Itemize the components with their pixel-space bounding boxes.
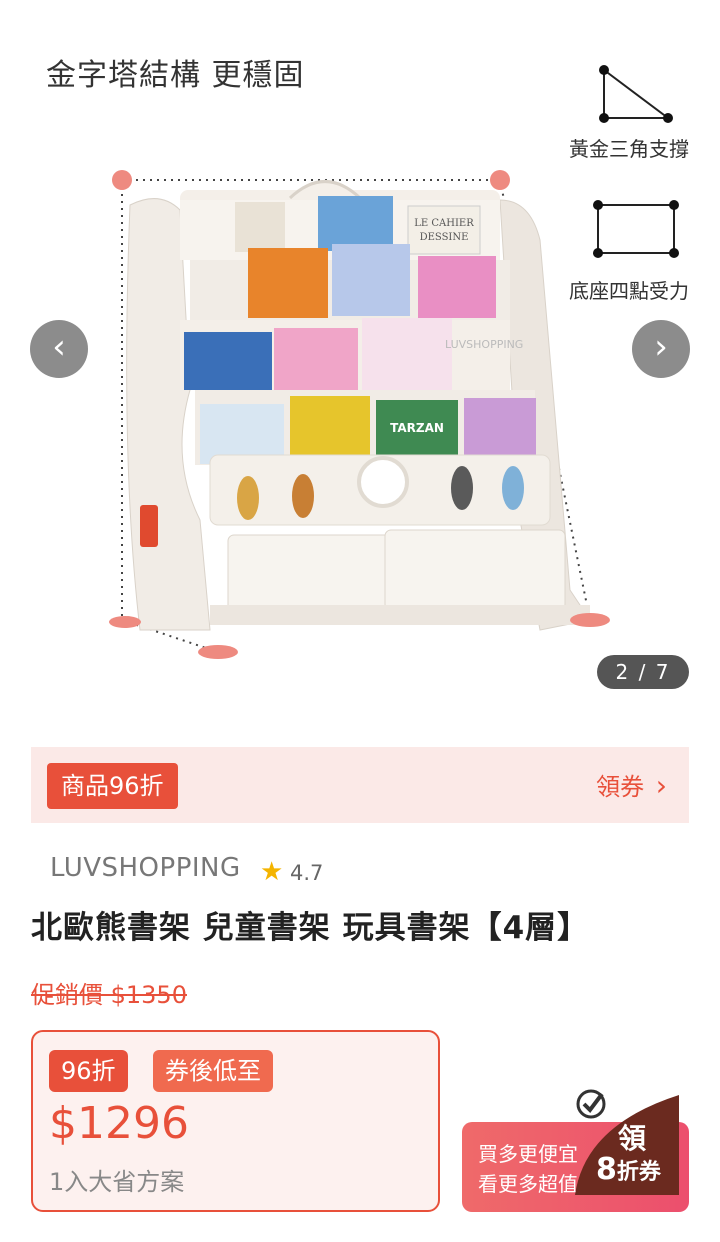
book-label-dessine: DESSINE [420, 232, 469, 243]
product-title: 北歐熊書架 兒童書架 玩具書架【4層】 [31, 910, 590, 946]
discount-pill: 96折 [49, 1050, 128, 1092]
book-label-tarzan: TARZAN [390, 421, 444, 435]
rating: ★ 4.7 [260, 857, 323, 887]
ribbon-number: 8 [596, 1152, 617, 1187]
image-headline: 金字塔結構 更穩固 [46, 58, 305, 93]
product-page: 金字塔結構 更穩固 黃金三角支撐 底座四點受力 LE CAHIER DESSIN… [0, 0, 720, 1242]
rating-value: 4.7 [290, 861, 324, 885]
promo-price: 促銷價 $1350 [31, 981, 187, 1009]
discount-tag: 商品96折 [47, 763, 178, 809]
price-box: 96折 券後低至 $1296 1入大省方案 [31, 1030, 440, 1212]
chevron-right-icon: › [655, 769, 667, 802]
after-coupon-pill: 券後低至 [153, 1050, 273, 1092]
check-badge-icon [576, 1089, 606, 1119]
ribbon-get-label: 領 [618, 1122, 647, 1155]
brand-name[interactable]: LUVSHOPPING [50, 853, 241, 883]
watermark-text: LUVSHOPPING [445, 338, 523, 351]
product-image-gallery[interactable]: 金字塔結構 更穩固 黃金三角支撐 底座四點受力 LE CAHIER DESSIN… [0, 0, 720, 710]
bookshelf-product-image: LE CAHIER DESSINE LUVSHOPPING TARZAN [109, 170, 610, 659]
triangle-diagram-label: 黃金三角支撐 [569, 137, 689, 161]
chevron-right-icon[interactable]: › [632, 320, 690, 378]
triangle-diagram-icon [599, 65, 673, 123]
coupon-bar[interactable]: 商品96折 領券 › [31, 747, 689, 823]
ribbon-suffix: 折券 [616, 1160, 661, 1185]
final-price: $1296 [49, 1098, 189, 1149]
image-counter: 2 / 7 [597, 655, 689, 689]
bulk-line-1: 買多更便宜 [478, 1142, 578, 1166]
book-label-cahier: LE CAHIER [414, 218, 474, 229]
get-coupon-link[interactable]: 領券 › [596, 767, 667, 802]
ribbon-coupon-label: 8折券 [596, 1152, 661, 1187]
plan-label: 1入大省方案 [49, 1168, 185, 1196]
chevron-left-icon[interactable]: ‹ [30, 320, 88, 378]
get-coupon-label: 領券 [596, 773, 645, 801]
star-icon: ★ [260, 857, 284, 887]
bulk-line-2: 看更多超值 [478, 1172, 578, 1196]
